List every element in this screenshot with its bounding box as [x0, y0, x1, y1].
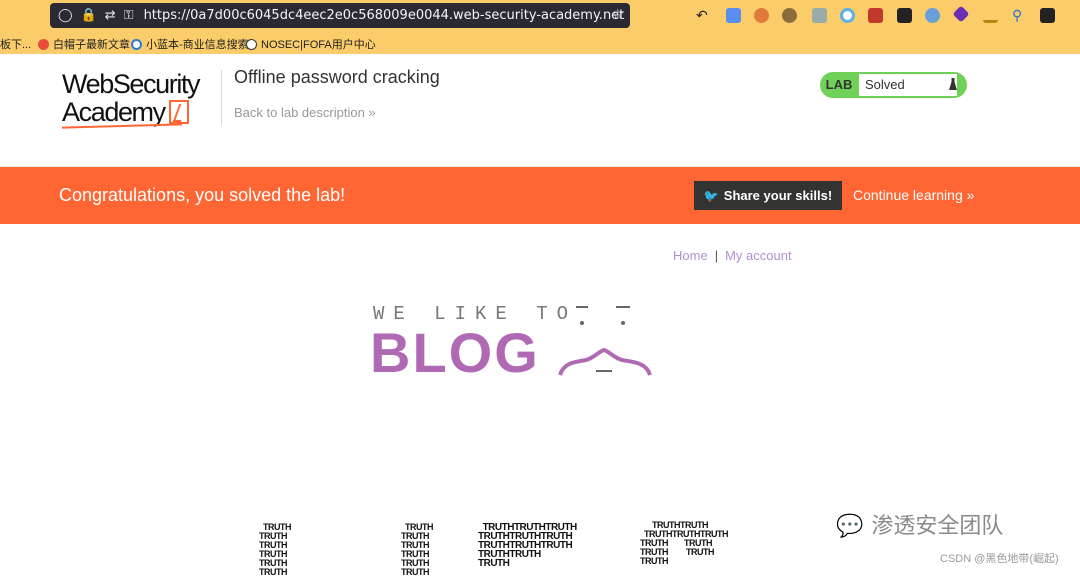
- wechat-icon: 💬: [836, 514, 864, 539]
- key-icon[interactable]: ⚿: [124, 8, 134, 23]
- bookmark-item[interactable]: 板下...: [0, 36, 31, 52]
- extension-icon[interactable]: [1040, 8, 1055, 23]
- solved-banner: Congratulations, you solved the lab! 🐦 S…: [0, 167, 1080, 224]
- hackbar-icon[interactable]: [868, 8, 883, 23]
- home-link[interactable]: Home: [673, 248, 708, 263]
- site-icon: [131, 38, 142, 50]
- lock-icon[interactable]: 🔒: [81, 8, 97, 23]
- share-skills-button[interactable]: 🐦 Share your skills!: [694, 181, 842, 210]
- logo-line-2: Academy: [62, 98, 199, 126]
- lab-status-badge: LAB Solved: [820, 72, 967, 98]
- bookmark-item[interactable]: 白帽子最新文章: [38, 36, 130, 52]
- toggle-icon[interactable]: [925, 8, 940, 23]
- twitter-icon: 🐦: [703, 188, 719, 203]
- blog-face-icon: [558, 306, 652, 376]
- continue-learning-link[interactable]: Continue learning »: [853, 187, 974, 203]
- lab-status-text: Solved: [859, 74, 957, 96]
- blog-word: BLOG: [370, 321, 540, 384]
- hero-truth-art: TRUTHTRUTH TRUTHTRUTHTRUTH TRUTH TRUTH TRU…: [640, 520, 729, 566]
- pin-icon[interactable]: ⚲: [1012, 8, 1027, 23]
- hero-truth-art: TRUTH TRUTH TRUTH TRUTH TRUTH TRUTH: [401, 522, 434, 577]
- cookie-icon[interactable]: [754, 8, 769, 23]
- bookmark-item[interactable]: 小蓝本-商业信息搜索: [131, 36, 249, 52]
- address-bar[interactable]: ◯ 🔒 ⇄ ⚿ https://0a7d00c6045dc4eec2e0c568…: [50, 3, 630, 28]
- back-to-lab-description-link[interactable]: Back to lab description »: [234, 105, 376, 120]
- logo-line-1: WebSecurity: [62, 69, 201, 99]
- browser-toolbar: ◯ 🔒 ⇄ ⚿ https://0a7d00c6045dc4eec2e0c568…: [0, 0, 1080, 32]
- hero-truth-art: TRUTHTRUTHTRUTH TRUTHTRUTHTRUTH TRUTHTRUTH…: [478, 522, 577, 569]
- bookmark-item[interactable]: NOSEC|FOFA用户中心: [246, 36, 376, 52]
- lab-label: LAB: [825, 77, 853, 92]
- nav-separator: |: [714, 248, 719, 263]
- extension-icon[interactable]: [952, 5, 970, 23]
- cookie-editor-icon[interactable]: [782, 8, 797, 23]
- logo-bolt-icon: [168, 100, 189, 124]
- blog-nav: Home | My account: [673, 248, 792, 263]
- globe-icon: [246, 38, 257, 50]
- hero-truth-art: TRUTH TRUTH TRUTH TRUTH TRUTH TRUTH: [259, 522, 292, 577]
- extension-icon[interactable]: [897, 8, 912, 23]
- bookmark-star-icon[interactable]: ☆: [611, 7, 624, 23]
- lab-title: Offline password cracking: [234, 67, 440, 87]
- my-account-link[interactable]: My account: [725, 248, 791, 263]
- watermark: 💬 渗透安全团队: [836, 513, 1004, 539]
- extension-icon[interactable]: [812, 8, 827, 23]
- bookmarks-bar: 板下... 白帽子最新文章 小蓝本-商业信息搜索 NOSEC|FOFA用户中心: [0, 32, 1080, 54]
- congratulations-message: Congratulations, you solved the lab!: [59, 185, 346, 205]
- csdn-credit: CSDN @黑色地带(崛起): [940, 553, 1059, 565]
- web-security-academy-logo[interactable]: WebSecurity Academy: [61, 69, 201, 129]
- hat-icon[interactable]: [983, 8, 998, 23]
- url-text[interactable]: https://0a7d00c6045dc4eec2e0c568009e0044…: [144, 8, 625, 23]
- extension-icon[interactable]: [726, 8, 741, 23]
- flask-icon: [949, 78, 957, 90]
- back-arrow-icon[interactable]: ↶: [696, 8, 711, 23]
- shield-icon[interactable]: ◯: [58, 8, 73, 23]
- proxy-icon[interactable]: [840, 8, 855, 23]
- permissions-icon[interactable]: ⇄: [105, 8, 116, 23]
- site-icon: [38, 38, 49, 50]
- header-divider: [221, 70, 222, 125]
